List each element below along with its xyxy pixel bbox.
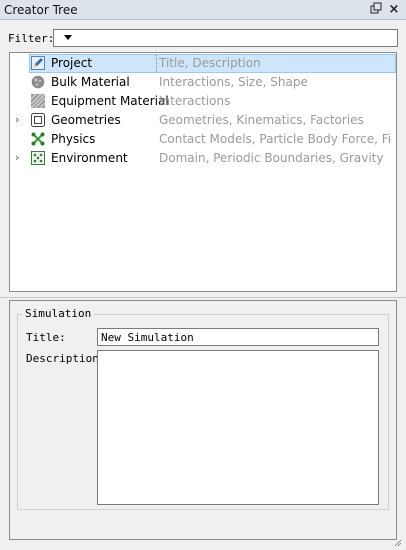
tree-item-environment[interactable]: › Environment Domain, Periodic Boundarie… xyxy=(10,149,396,168)
tree-item-equipment-material[interactable]: Equipment Material Interactions xyxy=(10,92,396,111)
resize-grip-icon[interactable] xyxy=(392,536,402,547)
pencil-icon xyxy=(31,56,45,70)
simulation-group-title: Simulation xyxy=(22,307,95,320)
filter-label: Filter: xyxy=(8,32,55,45)
tree-item-description: Domain, Periodic Boundaries, Gravity xyxy=(159,151,384,165)
bulk-material-icon xyxy=(31,75,45,89)
float-window-icon[interactable] xyxy=(368,2,384,18)
title-label: Title: xyxy=(26,331,66,344)
panel-title: Creator Tree xyxy=(4,3,78,17)
tree-item-description: Interactions, Size, Shape xyxy=(159,75,308,89)
description-textarea[interactable] xyxy=(97,350,379,505)
panel-titlebar: Creator Tree × xyxy=(0,0,406,20)
tree-item-description: Geometries, Kinematics, Factories xyxy=(159,113,364,127)
tree-item-label: Physics xyxy=(51,132,96,146)
tree-item-label: Equipment Material xyxy=(51,94,169,108)
expand-chevron-icon[interactable]: › xyxy=(15,151,19,164)
tree-item-geometries[interactable]: › Geometries Geometries, Kinematics, Fac… xyxy=(10,111,396,130)
tree-item-bulk-material[interactable]: Bulk Material Interactions, Size, Shape xyxy=(10,73,396,92)
panel-splitter[interactable] xyxy=(0,297,406,298)
creator-tree[interactable]: Project Title, Description Bulk Material… xyxy=(9,52,397,292)
description-label: Description: xyxy=(26,352,106,365)
tree-item-label: Environment xyxy=(51,151,128,165)
tree-item-label: Bulk Material xyxy=(51,75,130,89)
tree-item-physics[interactable]: Physics Contact Models, Particle Body Fo… xyxy=(10,130,396,149)
tree-item-label: Geometries xyxy=(51,113,121,127)
geometries-icon xyxy=(31,113,45,127)
column-divider xyxy=(156,55,157,72)
physics-icon xyxy=(31,132,45,146)
title-input[interactable]: New Simulation xyxy=(97,328,379,346)
tree-item-project[interactable]: Project Title, Description xyxy=(10,54,396,73)
environment-icon xyxy=(31,151,45,165)
filter-combobox[interactable] xyxy=(53,29,398,47)
tree-item-label: Project xyxy=(51,56,93,70)
tree-item-description: Interactions xyxy=(159,94,231,108)
close-icon[interactable]: × xyxy=(386,2,402,18)
expand-chevron-icon[interactable]: › xyxy=(15,113,19,126)
dropdown-arrow-icon[interactable] xyxy=(64,35,72,40)
tree-item-description: Title, Description xyxy=(159,56,261,70)
tree-item-description: Contact Models, Particle Body Force, Fie… xyxy=(159,132,392,146)
equipment-material-icon xyxy=(30,93,46,109)
